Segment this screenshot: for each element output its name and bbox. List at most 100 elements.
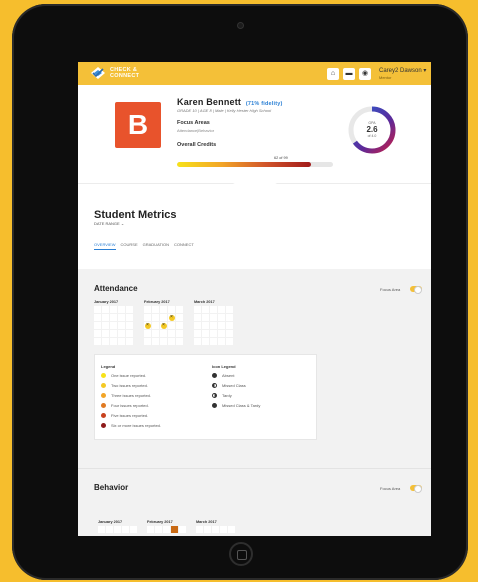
calendar-day[interactable]	[144, 306, 151, 313]
calendar-day[interactable]	[194, 330, 201, 337]
home-button[interactable]	[229, 542, 253, 566]
calendar-day[interactable]	[110, 306, 117, 313]
calendar-day[interactable]	[218, 314, 225, 321]
calendar-day[interactable]	[194, 306, 201, 313]
calendar-day[interactable]	[226, 306, 233, 313]
calendar-day[interactable]	[126, 314, 133, 321]
calendar-day[interactable]	[160, 330, 167, 337]
calendar-day[interactable]	[204, 526, 211, 533]
calendar-day[interactable]	[152, 306, 159, 313]
calendar-day[interactable]	[118, 330, 125, 337]
calendar-day[interactable]	[126, 338, 133, 345]
home-icon[interactable]: ⌂	[327, 68, 339, 80]
calendar-day[interactable]	[168, 314, 175, 321]
calendar-day[interactable]	[163, 526, 170, 533]
calendar-day[interactable]	[228, 526, 235, 533]
calendar-day[interactable]	[155, 526, 162, 533]
calendar-day[interactable]	[176, 306, 183, 313]
calendar-day[interactable]	[220, 526, 227, 533]
calendar-day[interactable]	[176, 314, 183, 321]
tab-graduation[interactable]: GRADUATION	[143, 242, 169, 250]
calendar-day[interactable]	[202, 306, 209, 313]
brand-name[interactable]: CHECK & CONNECT	[110, 67, 139, 79]
calendar-day[interactable]	[202, 338, 209, 345]
inbox-icon[interactable]: ▬	[343, 68, 355, 80]
tab-overview[interactable]: OVERVIEW	[94, 242, 116, 250]
calendar-day[interactable]	[212, 526, 219, 533]
tab-course[interactable]: COURSE	[121, 242, 138, 250]
calendar-day[interactable]	[122, 526, 129, 533]
calendar-day[interactable]	[218, 338, 225, 345]
user-menu[interactable]: Carey2 Dawson ▾	[379, 67, 426, 74]
calendar-day[interactable]	[102, 330, 109, 337]
calendar-day[interactable]	[106, 526, 113, 533]
calendar-day[interactable]	[168, 306, 175, 313]
calendar-day[interactable]	[110, 314, 117, 321]
calendar-day[interactable]	[168, 330, 175, 337]
calendar-day[interactable]	[144, 338, 151, 345]
calendar-day[interactable]	[152, 330, 159, 337]
calendar-day[interactable]	[179, 526, 186, 533]
calendar-day[interactable]	[226, 330, 233, 337]
calendar-day[interactable]	[226, 314, 233, 321]
calendar-day[interactable]	[126, 322, 133, 329]
focus-area-toggle[interactable]	[410, 286, 422, 294]
calendar-day[interactable]	[218, 322, 225, 329]
calendar-day[interactable]	[94, 338, 101, 345]
calendar-day[interactable]	[118, 306, 125, 313]
calendar-day[interactable]	[94, 330, 101, 337]
tab-connect[interactable]: CONNECT	[174, 242, 194, 250]
calendar-day[interactable]	[147, 526, 154, 533]
calendar-day[interactable]	[102, 338, 109, 345]
calendar-day[interactable]	[210, 314, 217, 321]
calendar-day[interactable]	[94, 314, 101, 321]
calendar-day[interactable]	[194, 322, 201, 329]
calendar-day[interactable]	[152, 338, 159, 345]
calendar-day[interactable]	[196, 526, 203, 533]
calendar-day[interactable]	[202, 314, 209, 321]
calendar-day[interactable]	[114, 526, 121, 533]
calendar-day[interactable]	[102, 322, 109, 329]
calendar-day[interactable]	[144, 322, 151, 329]
calendar-day[interactable]	[126, 330, 133, 337]
calendar-day[interactable]	[226, 322, 233, 329]
calendar-day[interactable]	[210, 322, 217, 329]
calendar-day[interactable]	[176, 322, 183, 329]
calendar-day[interactable]	[160, 314, 167, 321]
calendar-day[interactable]	[118, 322, 125, 329]
calendar-day[interactable]	[102, 314, 109, 321]
calendar-day[interactable]	[152, 314, 159, 321]
calendar-day[interactable]	[160, 338, 167, 345]
calendar-day[interactable]	[171, 526, 178, 533]
calendar-day[interactable]	[168, 322, 175, 329]
bell-icon[interactable]: ◉	[359, 68, 371, 80]
calendar-day[interactable]	[110, 322, 117, 329]
calendar-day[interactable]	[210, 338, 217, 345]
calendar-day[interactable]	[94, 306, 101, 313]
calendar-day[interactable]	[168, 338, 175, 345]
calendar-day[interactable]	[202, 322, 209, 329]
calendar-day[interactable]	[160, 322, 167, 329]
calendar-day[interactable]	[110, 330, 117, 337]
calendar-day[interactable]	[152, 322, 159, 329]
calendar-day[interactable]	[218, 330, 225, 337]
calendar-day[interactable]	[130, 526, 137, 533]
calendar-day[interactable]	[118, 338, 125, 345]
calendar-day[interactable]	[94, 322, 101, 329]
calendar-day[interactable]	[144, 314, 151, 321]
calendar-day[interactable]	[98, 526, 105, 533]
calendar-day[interactable]	[210, 306, 217, 313]
date-range-dropdown[interactable]: DATE RANGE ⌄	[94, 221, 124, 226]
calendar-day[interactable]	[118, 314, 125, 321]
calendar-day[interactable]	[210, 330, 217, 337]
calendar-day[interactable]	[218, 306, 225, 313]
focus-area-toggle[interactable]	[410, 485, 422, 493]
calendar-day[interactable]	[110, 338, 117, 345]
calendar-day[interactable]	[126, 306, 133, 313]
calendar-day[interactable]	[102, 306, 109, 313]
calendar-day[interactable]	[226, 338, 233, 345]
calendar-day[interactable]	[202, 330, 209, 337]
calendar-day[interactable]	[194, 314, 201, 321]
calendar-day[interactable]	[160, 306, 167, 313]
calendar-day[interactable]	[176, 338, 183, 345]
